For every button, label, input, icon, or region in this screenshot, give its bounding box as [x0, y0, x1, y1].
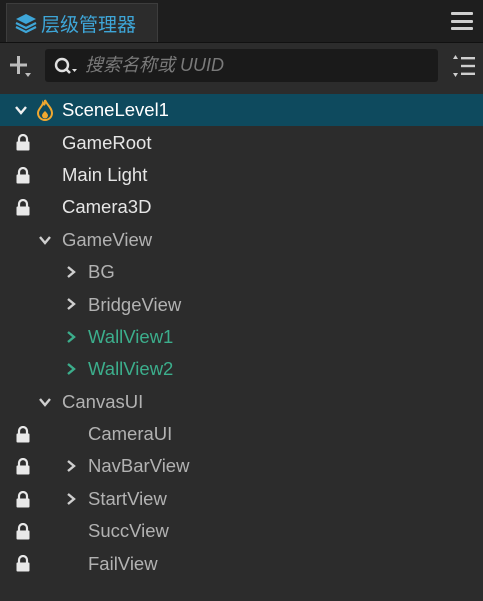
- scene-icon: [36, 99, 54, 121]
- node-label: Camera3D: [62, 196, 152, 218]
- chevron-right-icon[interactable]: [64, 362, 78, 376]
- chevron-down-icon[interactable]: [14, 103, 28, 117]
- hierarchy-tree: SceneLevel1 GameRoot Main Light Camera3D Gam…: [0, 94, 483, 580]
- node-label: WallView1: [88, 325, 174, 347]
- plus-dropdown-icon: [10, 56, 31, 77]
- tree-row[interactable]: FailView: [0, 547, 483, 579]
- chevron-right-icon[interactable]: [64, 459, 78, 473]
- panel-menu-button[interactable]: [451, 12, 473, 30]
- node-label: FailView: [88, 552, 158, 574]
- tree-row[interactable]: WallView1: [0, 321, 483, 353]
- add-node-button[interactable]: [7, 53, 33, 79]
- sort-options-button[interactable]: [452, 54, 476, 78]
- node-label: BG: [88, 261, 115, 283]
- node-label: SceneLevel1: [62, 99, 169, 121]
- lock-icon[interactable]: [15, 522, 31, 540]
- node-label: CameraUI: [88, 423, 173, 445]
- tree-row[interactable]: NavBarView: [0, 450, 483, 482]
- tree-row[interactable]: Camera3D: [0, 191, 483, 223]
- lock-icon[interactable]: [15, 458, 31, 475]
- tree-row[interactable]: BG: [0, 256, 483, 288]
- tree-row[interactable]: SceneLevel1: [0, 94, 483, 127]
- tree-row[interactable]: BridgeView: [0, 288, 483, 320]
- node-label: GameRoot: [62, 131, 152, 153]
- chevron-right-icon[interactable]: [64, 492, 78, 506]
- lock-icon[interactable]: [15, 134, 31, 151]
- tree-row[interactable]: CanvasUI: [0, 386, 483, 418]
- lock-icon[interactable]: [15, 425, 31, 443]
- chevron-right-icon[interactable]: [64, 265, 78, 279]
- panel-title: 层级管理器: [41, 14, 137, 36]
- node-label: CanvasUI: [62, 390, 144, 412]
- search-icon: [54, 57, 77, 74]
- layers-icon: [15, 12, 37, 34]
- lock-icon[interactable]: [15, 490, 31, 508]
- tree-row[interactable]: WallView2: [0, 353, 483, 385]
- search-box[interactable]: [45, 49, 438, 82]
- node-label: GameView: [62, 228, 153, 250]
- menu-icon-line: [451, 19, 473, 23]
- chevron-down-icon[interactable]: [38, 395, 52, 409]
- chevron-right-icon[interactable]: [64, 330, 78, 344]
- hierarchy-toolbar: [0, 43, 483, 89]
- node-label: StartView: [88, 487, 167, 509]
- chevron-down-icon[interactable]: [38, 233, 52, 247]
- tree-row[interactable]: SuccView: [0, 515, 483, 547]
- tree-row[interactable]: CameraUI: [0, 418, 483, 450]
- lock-icon[interactable]: [15, 555, 31, 572]
- hierarchy-tab[interactable]: 层级管理器: [6, 3, 158, 42]
- node-label: Main Light: [62, 163, 148, 185]
- lock-icon[interactable]: [15, 199, 31, 216]
- sort-list-icon: [453, 55, 475, 77]
- node-label: SuccView: [88, 520, 169, 542]
- tree-row[interactable]: StartView: [0, 483, 483, 515]
- tree-row[interactable]: Main Light: [0, 159, 483, 191]
- node-label: BridgeView: [88, 293, 182, 315]
- tree-row[interactable]: GameRoot: [0, 126, 483, 158]
- chevron-right-icon[interactable]: [64, 297, 78, 311]
- panel-tab-bar: 层级管理器: [0, 0, 483, 43]
- tree-row[interactable]: GameView: [0, 224, 483, 256]
- search-input[interactable]: [83, 54, 438, 77]
- lock-icon[interactable]: [15, 166, 31, 184]
- node-label: WallView2: [88, 358, 174, 380]
- node-label: NavBarView: [88, 455, 190, 477]
- menu-icon-line: [451, 12, 473, 15]
- menu-icon-line: [451, 27, 473, 30]
